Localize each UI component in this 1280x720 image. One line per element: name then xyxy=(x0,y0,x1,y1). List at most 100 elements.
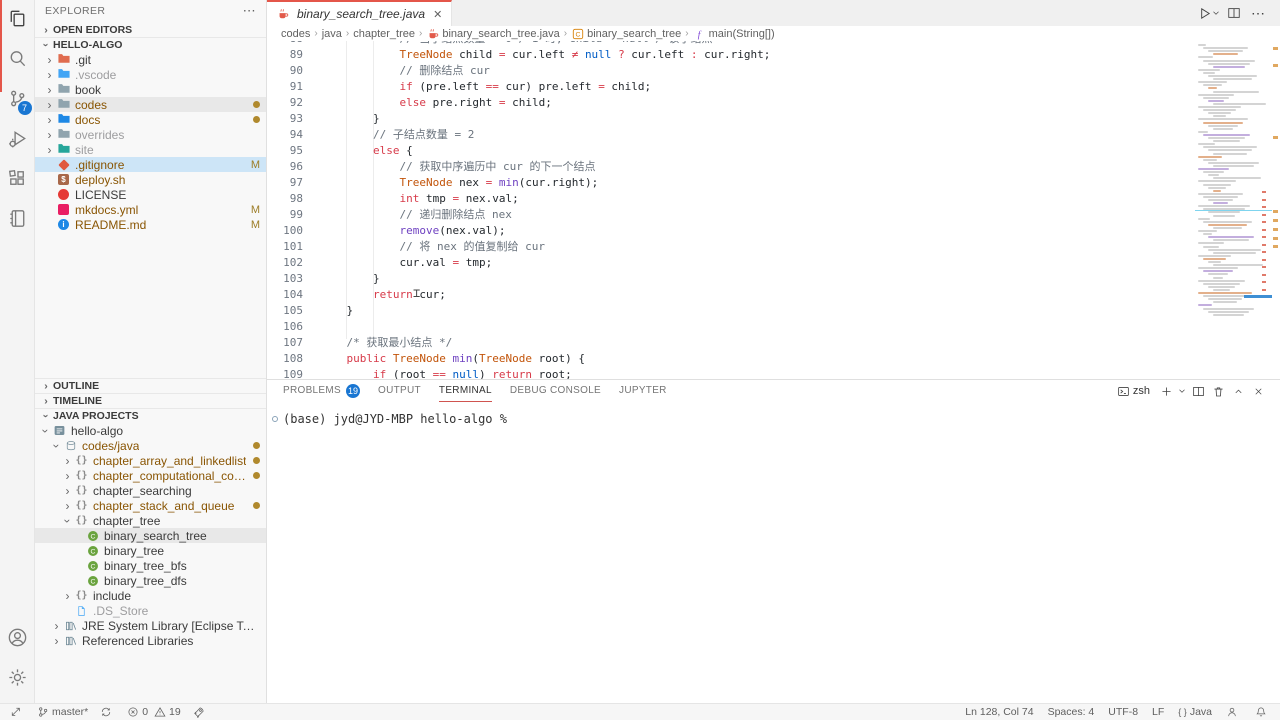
tree-item-chapter-array-and-linkedlist[interactable]: ›{}chapter_array_and_linkedlist xyxy=(35,453,266,468)
braces-file-icon: {} xyxy=(74,514,89,528)
tree-item-overrides[interactable]: ›overrides xyxy=(35,127,266,142)
activitybar-extensions[interactable] xyxy=(0,160,35,200)
problems-item[interactable]: 0 19 xyxy=(127,704,181,720)
tree-item-book[interactable]: ›book xyxy=(35,82,266,97)
status-bar-right: Ln 128, Col 74 Spaces: 4 UTF-8 LF { } Ja… xyxy=(951,704,1270,720)
tree-item-binary-tree-dfs[interactable]: Cbinary_tree_dfs xyxy=(35,573,266,588)
tree-item-binary-tree-bfs[interactable]: Cbinary_tree_bfs xyxy=(35,558,266,573)
breadcrumb-item-java[interactable]: java xyxy=(322,28,342,40)
run-dropdown-icon[interactable] xyxy=(1210,1,1222,25)
tree-item-chapter-stack-and-queue[interactable]: ›{}chapter_stack_and_queue xyxy=(35,498,266,513)
symbol-method-icon: f xyxy=(693,27,706,40)
chevron-right-icon: › xyxy=(50,619,63,633)
eol-sequence[interactable]: LF xyxy=(1152,704,1164,720)
breadcrumb-item-binary-search-tree-java[interactable]: binary_search_tree.java xyxy=(426,27,559,40)
timeline-header[interactable]: › TIMELINE xyxy=(35,393,266,408)
tree-item-mkdocs-yml[interactable]: mkdocs.ymlM xyxy=(35,202,266,217)
tree-item-binary-tree[interactable]: Cbinary_tree xyxy=(35,543,266,558)
language-mode[interactable]: { } Java xyxy=(1178,704,1212,720)
outline-header[interactable]: › OUTLINE xyxy=(35,378,266,393)
remote-indicator[interactable] xyxy=(10,704,25,720)
terminal-dropdown-icon[interactable] xyxy=(1176,381,1188,401)
close-panel-icon[interactable] xyxy=(1248,381,1268,401)
panel-tab-problems[interactable]: PROBLEMS19 xyxy=(283,380,360,402)
tree-item-include[interactable]: ›{}include xyxy=(35,588,266,603)
tree-item-site[interactable]: ›site xyxy=(35,142,266,157)
cursor-position[interactable]: Ln 128, Col 74 xyxy=(965,704,1033,720)
terminal[interactable]: (base) jyd@JYD-MBP hello-algo % xyxy=(267,402,1280,426)
tree-item-vscode[interactable]: ›.vscode xyxy=(35,67,266,82)
activitybar-explorer[interactable] xyxy=(0,0,35,40)
breadcrumb-item-main-string[interactable]: fmain(String[]) xyxy=(693,27,775,40)
tree-item-chapter-tree[interactable]: ›{}chapter_tree xyxy=(35,513,266,528)
code-editor[interactable]: 88 // 当子结点数量 = 0 / 1 时, child = null / 该… xyxy=(267,41,1280,379)
tree-item-referenced-libraries[interactable]: ›Referenced Libraries xyxy=(35,633,266,648)
tree-item-git[interactable]: ›.git xyxy=(35,52,266,67)
tree-item-deploy-sh[interactable]: $deploy.sh xyxy=(35,172,266,187)
more-actions-icon[interactable]: ⋯ xyxy=(1246,1,1270,25)
breadcrumb-item-chapter-tree[interactable]: chapter_tree xyxy=(353,28,415,40)
split-terminal-icon[interactable] xyxy=(1188,381,1208,401)
panel-tab-output[interactable]: OUTPUT xyxy=(378,380,421,402)
encoding[interactable]: UTF-8 xyxy=(1108,704,1138,720)
feedback-person-icon[interactable] xyxy=(1226,704,1241,720)
line-number: 101 xyxy=(267,239,303,255)
activitybar-notebook[interactable] xyxy=(0,200,35,240)
panel-tab-jupyter[interactable]: JUPYTER xyxy=(619,380,667,402)
tree-item-binary-search-tree[interactable]: Cbinary_search_tree xyxy=(35,528,266,543)
split-editor-icon[interactable] xyxy=(1222,1,1246,25)
tree-item-license[interactable]: LICENSE xyxy=(35,187,266,202)
svg-text:C: C xyxy=(90,563,95,570)
sync-icon[interactable] xyxy=(100,704,115,720)
breadcrumb-item-binary-search-tree[interactable]: Cbinary_search_tree xyxy=(571,27,681,40)
tree-item-ds-store[interactable]: .DS_Store xyxy=(35,603,266,618)
tree-item-jre-system-library-eclipse-temurin-17-17[interactable]: ›JRE System Library [Eclipse Temurin 17 … xyxy=(35,618,266,633)
tree-item-codes-java[interactable]: ›codes/java xyxy=(35,438,266,453)
activitybar-search[interactable] xyxy=(0,40,35,80)
git-branch-item[interactable]: master* xyxy=(37,704,88,720)
code-line: 105 } xyxy=(267,303,1190,319)
tree-item-codes[interactable]: ›codes xyxy=(35,97,266,112)
java-status-rocket-icon[interactable] xyxy=(193,704,208,720)
tree-item-docs[interactable]: ›docs xyxy=(35,112,266,127)
line-number: 104 xyxy=(267,287,303,303)
indentation[interactable]: Spaces: 4 xyxy=(1048,704,1095,720)
activitybar-run-debug[interactable] xyxy=(0,120,35,160)
activitybar-source-control[interactable]: 7 xyxy=(0,80,35,120)
close-tab-icon[interactable]: ✕ xyxy=(433,8,442,21)
maximize-panel-icon[interactable] xyxy=(1228,381,1248,401)
git-badge: M xyxy=(245,159,260,171)
panel-tab-debug-console[interactable]: DEBUG CONSOLE xyxy=(510,380,601,402)
line-number: 89 xyxy=(267,47,303,63)
tree-item-chapter-searching[interactable]: ›{}chapter_searching xyxy=(35,483,266,498)
root-folder-header[interactable]: › HELLO-ALGO xyxy=(35,37,266,52)
code-line: 100 remove(nex.val); xyxy=(267,223,1190,239)
chevron-down-icon: › xyxy=(50,439,64,452)
tree-indent xyxy=(72,544,85,558)
activitybar-settings[interactable] xyxy=(0,659,35,699)
new-terminal-icon[interactable] xyxy=(1156,381,1176,401)
explorer-more-actions-icon[interactable]: ⋯ xyxy=(243,3,256,19)
breadcrumb-item-codes[interactable]: codes xyxy=(281,28,310,40)
breadcrumb-label: main(String[]) xyxy=(709,28,775,40)
activity-bar-bottom xyxy=(0,619,35,699)
panel-tab-terminal[interactable]: TERMINAL xyxy=(439,380,492,402)
java-projects-header[interactable]: › JAVA PROJECTS xyxy=(35,408,266,423)
terminal-shell-select[interactable]: zsh xyxy=(1117,385,1150,398)
warning-count: 19 xyxy=(169,706,181,718)
tree-item-chapter-computational-complexity[interactable]: ›{}chapter_computational_complexity xyxy=(35,468,266,483)
activitybar-account[interactable] xyxy=(0,619,35,659)
pkg-file-icon xyxy=(63,439,78,453)
problems-badge: 19 xyxy=(346,384,360,398)
sidebar-lower-sections: › OUTLINE › TIMELINE › JAVA PROJECTS ›he… xyxy=(35,378,266,648)
panel-tab-label: OUTPUT xyxy=(378,385,421,396)
open-editors-header[interactable]: › OPEN EDITORS xyxy=(35,22,266,37)
overview-ruler[interactable] xyxy=(1272,41,1280,379)
minimap[interactable] xyxy=(1195,41,1272,379)
tree-item-gitignore[interactable]: .gitignoreM xyxy=(35,157,266,172)
tab-binary-search-tree[interactable]: binary_search_tree.java ✕ xyxy=(267,0,452,26)
kill-terminal-icon[interactable] xyxy=(1208,381,1228,401)
notifications-bell-icon[interactable] xyxy=(1255,704,1270,720)
tree-item-readme-md[interactable]: iREADME.mdM xyxy=(35,217,266,232)
tree-item-hello-algo[interactable]: ›hello-algo xyxy=(35,423,266,438)
